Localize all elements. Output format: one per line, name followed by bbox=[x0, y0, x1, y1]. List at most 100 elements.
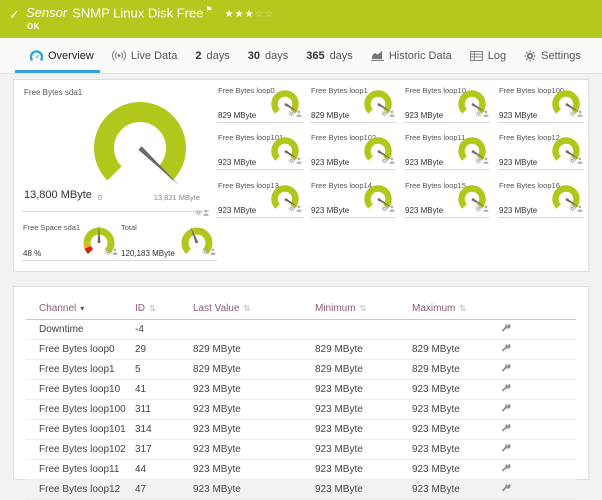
star-empty-icon[interactable]: ☆ bbox=[255, 9, 265, 20]
person-icon[interactable] bbox=[389, 151, 395, 169]
person-icon[interactable] bbox=[296, 151, 302, 169]
gauge-tile[interactable]: Free Bytes loop13 923 MByte bbox=[217, 180, 303, 218]
cell-id: 314 bbox=[133, 419, 190, 440]
tile-icons bbox=[380, 151, 395, 169]
gauge-tile[interactable]: Free Bytes loop1 829 MByte bbox=[310, 85, 396, 123]
tab-2-days[interactable]: 2 days bbox=[195, 38, 229, 73]
gauge-tile[interactable]: Free Bytes loop0 829 MByte bbox=[217, 85, 303, 123]
gauge-tile[interactable]: Free Bytes loop16 923 MByte bbox=[498, 180, 584, 218]
person-icon[interactable] bbox=[210, 242, 216, 260]
cell-max: 923 MByte bbox=[400, 459, 500, 480]
gear-icon[interactable] bbox=[381, 104, 388, 122]
gear-icon[interactable] bbox=[104, 242, 111, 260]
tab-log[interactable]: Log bbox=[469, 38, 506, 73]
main-gauge-scale-min: 0 bbox=[98, 193, 103, 202]
person-icon[interactable] bbox=[296, 104, 302, 122]
person-icon[interactable] bbox=[577, 151, 583, 169]
cell-id: 5 bbox=[133, 359, 190, 380]
gear-icon[interactable] bbox=[569, 199, 576, 217]
tab-overview[interactable]: Overview bbox=[15, 38, 100, 73]
gauge-tile[interactable]: Free Bytes loop15 923 MByte bbox=[404, 180, 490, 218]
channel-settings-cell bbox=[500, 439, 576, 460]
person-icon[interactable] bbox=[203, 203, 209, 221]
gauge-tile[interactable]: Free Bytes loop12 923 MByte bbox=[498, 132, 584, 170]
gauge-tile-value: 923 MByte bbox=[499, 158, 538, 167]
sort-icon[interactable]: ⇅ bbox=[149, 304, 156, 313]
wrench-icon[interactable] bbox=[501, 462, 511, 476]
tab-settings[interactable]: Settings bbox=[524, 38, 581, 73]
gauge-tile[interactable]: Free Bytes loop10 923 MByte bbox=[404, 85, 490, 123]
sort-icon[interactable]: ▾ bbox=[80, 304, 84, 313]
tab-365-days[interactable]: 365 days bbox=[306, 38, 353, 73]
col-header-id[interactable]: ID ⇅ bbox=[133, 297, 190, 320]
sort-icon[interactable]: ⇅ bbox=[244, 304, 251, 313]
gauge-tile[interactable]: Free Space sda1 48 % bbox=[22, 222, 119, 261]
main-gauge-title: Free Bytes sda1 bbox=[24, 88, 83, 97]
person-icon[interactable] bbox=[389, 104, 395, 122]
star-filled-icon[interactable]: ★ bbox=[245, 9, 255, 20]
cell-max: 923 MByte bbox=[400, 479, 500, 500]
person-icon[interactable] bbox=[112, 242, 118, 260]
gear-icon[interactable] bbox=[202, 242, 209, 260]
cell-max: 923 MByte bbox=[400, 419, 500, 440]
star-empty-icon[interactable]: ☆ bbox=[265, 9, 275, 20]
sort-icon[interactable]: ⇅ bbox=[360, 304, 367, 313]
gear-icon[interactable] bbox=[288, 104, 295, 122]
cell-max: 923 MByte bbox=[400, 379, 500, 400]
cell-id: 29 bbox=[133, 339, 190, 360]
wrench-icon[interactable] bbox=[501, 422, 511, 436]
gear-icon[interactable] bbox=[195, 203, 202, 221]
gauge-tile[interactable]: Total 120,183 MByte bbox=[120, 222, 217, 261]
gauge-tile[interactable]: Free Bytes loop100 923 MByte bbox=[498, 85, 584, 123]
person-icon[interactable] bbox=[483, 199, 489, 217]
person-icon[interactable] bbox=[389, 199, 395, 217]
gauge-tile-title: Total bbox=[121, 223, 137, 232]
person-icon[interactable] bbox=[577, 104, 583, 122]
gear-icon bbox=[524, 49, 537, 62]
wrench-icon[interactable] bbox=[501, 382, 511, 396]
gear-icon[interactable] bbox=[569, 151, 576, 169]
gear-icon[interactable] bbox=[288, 151, 295, 169]
gauge-tile[interactable]: Free Bytes loop101 923 MByte bbox=[217, 132, 303, 170]
col-header-last-value[interactable]: Last Value ⇅ bbox=[190, 297, 310, 320]
person-icon[interactable] bbox=[483, 151, 489, 169]
gear-icon[interactable] bbox=[475, 199, 482, 217]
tab-historic-data[interactable]: Historic Data bbox=[370, 38, 452, 73]
gauge-tile[interactable]: Free Bytes loop14 923 MByte bbox=[310, 180, 396, 218]
gauge-tile-title: Free Bytes loop1 bbox=[311, 86, 368, 95]
gear-icon[interactable] bbox=[288, 199, 295, 217]
star-filled-icon[interactable]: ★ bbox=[235, 9, 245, 20]
person-icon[interactable] bbox=[296, 199, 302, 217]
col-header-channel[interactable]: Channel ▾ bbox=[26, 297, 133, 320]
col-header-minimum[interactable]: Minimum ⇅ bbox=[310, 297, 400, 320]
cell-channel: Free Bytes loop100 bbox=[26, 399, 133, 420]
gear-icon[interactable] bbox=[475, 151, 482, 169]
channel-table: Channel ▾ ID ⇅ Last Value ⇅ Minimum ⇅ Maximum ⇅ D… bbox=[26, 297, 576, 500]
table-row: Free Bytes loop0 29 829 MByte 829 MByte 829 … bbox=[26, 339, 576, 360]
wrench-icon[interactable] bbox=[501, 402, 511, 416]
cell-min: 923 MByte bbox=[310, 459, 400, 480]
gauge-tile[interactable]: Free Bytes loop102 923 MByte bbox=[310, 132, 396, 170]
sort-icon[interactable]: ⇅ bbox=[459, 304, 466, 313]
tab-live-data[interactable]: Live Data bbox=[111, 38, 177, 73]
wrench-icon[interactable] bbox=[501, 442, 511, 456]
gauge-tile-value: 120,183 MByte bbox=[121, 249, 175, 258]
gear-icon[interactable] bbox=[569, 104, 576, 122]
person-icon[interactable] bbox=[483, 104, 489, 122]
col-header-maximum[interactable]: Maximum ⇅ bbox=[400, 297, 500, 320]
priority-stars[interactable]: ★★★☆☆ bbox=[225, 9, 275, 20]
tile-icons bbox=[474, 199, 489, 217]
gear-icon[interactable] bbox=[381, 151, 388, 169]
tab-30-days[interactable]: 30 days bbox=[248, 38, 289, 73]
wrench-icon[interactable] bbox=[501, 342, 511, 356]
person-icon[interactable] bbox=[577, 199, 583, 217]
wrench-icon[interactable] bbox=[501, 322, 511, 336]
main-gauge-value: 13,800 MByte bbox=[24, 189, 92, 201]
gear-icon[interactable] bbox=[381, 199, 388, 217]
wrench-icon[interactable] bbox=[501, 362, 511, 376]
star-filled-icon[interactable]: ★ bbox=[225, 9, 235, 20]
gauge-tile[interactable]: Free Bytes loop11 923 MByte bbox=[404, 132, 490, 170]
tile-icons bbox=[103, 242, 118, 260]
sensor-status-badge: OK bbox=[27, 22, 40, 31]
gear-icon[interactable] bbox=[475, 104, 482, 122]
